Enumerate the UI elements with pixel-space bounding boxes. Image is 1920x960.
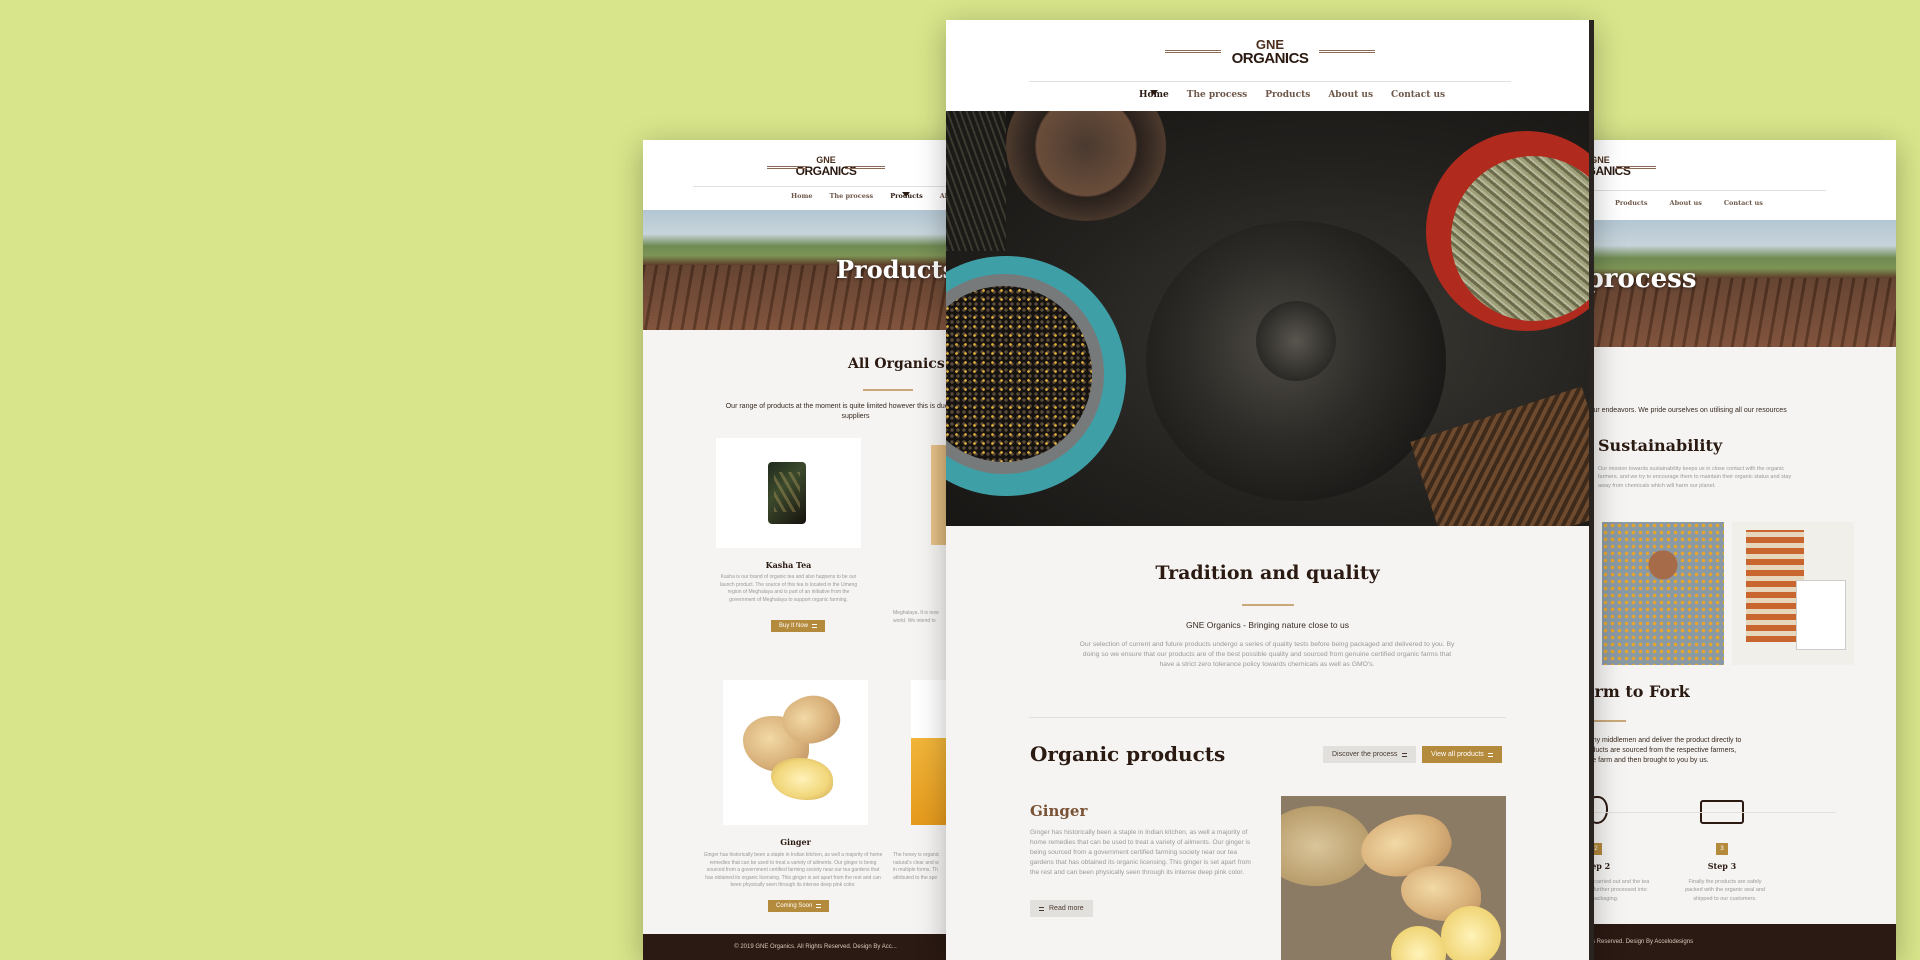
sustainability-title: Sustainability bbox=[1598, 436, 1723, 455]
packaging-image bbox=[1732, 522, 1854, 665]
ginger-desc: Ginger has historically been a staple in… bbox=[703, 852, 883, 888]
nav-products[interactable]: Products bbox=[1265, 90, 1310, 100]
subheadline: GNE Organics - Bringing nature close to … bbox=[1186, 620, 1349, 630]
logo: GNE ORGANICS bbox=[1165, 38, 1375, 66]
header: GNE ORGANICS Home The process Products A… bbox=[643, 140, 988, 210]
menu-icon bbox=[1402, 752, 1408, 757]
main-nav: Home The process Products About us bbox=[791, 192, 972, 200]
product-title: Ginger bbox=[1030, 802, 1088, 820]
read-more-button[interactable]: Read more bbox=[1030, 900, 1093, 917]
ginger-image bbox=[723, 680, 868, 825]
header: GNE ORGANICS Products About us Contact u… bbox=[1560, 140, 1896, 220]
logo: GNE ORGANICS bbox=[767, 156, 885, 177]
step-3-title: Step 3 bbox=[1707, 861, 1737, 871]
intro-paragraph: Our selection of current and future prod… bbox=[1079, 641, 1455, 669]
nav-home[interactable]: Home bbox=[1139, 90, 1169, 100]
home-page-mockup: GNE ORGANICS Home The process Products A… bbox=[946, 20, 1594, 960]
footer: ts. All Rights Reserved. Design By Accel… bbox=[1560, 924, 1896, 960]
nav-contact[interactable]: Contact us bbox=[1391, 90, 1445, 100]
step-3-text: Finally the products are safely packed w… bbox=[1684, 879, 1766, 902]
nav-products[interactable]: Products bbox=[890, 192, 923, 200]
product-description: Ginger has historically been a staple in… bbox=[1030, 829, 1251, 876]
products-page-mockup: GNE ORGANICS Home The process Products A… bbox=[643, 140, 988, 960]
coming-soon-button[interactable]: Coming Soon bbox=[768, 900, 830, 912]
tea-hero-image bbox=[946, 111, 1589, 526]
nav-process[interactable]: The process bbox=[1187, 90, 1247, 100]
header: GNE ORGANICS Home The process Products A… bbox=[946, 20, 1594, 111]
ginger-name: Ginger bbox=[780, 837, 811, 847]
organic-products-title: Organic products bbox=[1030, 742, 1226, 766]
nav-products[interactable]: Products bbox=[1615, 199, 1648, 207]
footer: © 2019 GNE Organics. All Rights Reserved… bbox=[643, 934, 988, 960]
intro-text: wards all our endeavors. We pride oursel… bbox=[1560, 407, 1787, 414]
menu-icon bbox=[1039, 906, 1044, 911]
nav-about[interactable]: About us bbox=[1328, 90, 1373, 100]
headline: Tradition and quality bbox=[1155, 562, 1380, 584]
nav-about[interactable]: About us bbox=[1670, 199, 1702, 207]
nav-contact[interactable]: Contact us bbox=[1724, 199, 1763, 207]
kasha-tea-image bbox=[716, 438, 861, 548]
farmer-image bbox=[1602, 522, 1724, 665]
main-nav: Home The process Products About us Conta… bbox=[1139, 90, 1445, 100]
menu-icon bbox=[1487, 752, 1493, 757]
sustainability-text: Our mission towards sustainability keeps… bbox=[1598, 466, 1792, 489]
buy-now-button[interactable]: Buy It Now bbox=[771, 620, 826, 632]
process-page-mockup: GNE ORGANICS Products About us Contact u… bbox=[1560, 140, 1896, 960]
main-nav: Products About us Contact us bbox=[1615, 199, 1763, 207]
arrow-icon bbox=[816, 904, 822, 908]
banner-title: Products bbox=[836, 255, 957, 284]
nav-home[interactable]: Home bbox=[791, 192, 813, 200]
arrow-icon bbox=[812, 624, 818, 628]
kasha-tea-desc: Kasha is our brand of organic tea and al… bbox=[719, 574, 858, 603]
nav-process[interactable]: The process bbox=[830, 192, 874, 200]
discover-process-button[interactable]: Discover the process bbox=[1323, 746, 1417, 763]
section-title: All Organics bbox=[848, 356, 945, 372]
kasha-tea-name: Kasha Tea bbox=[765, 560, 812, 570]
view-all-products-button[interactable]: View all products bbox=[1422, 746, 1502, 763]
step-3-number: 3 bbox=[1716, 843, 1728, 855]
ginger-photo bbox=[1281, 796, 1506, 960]
